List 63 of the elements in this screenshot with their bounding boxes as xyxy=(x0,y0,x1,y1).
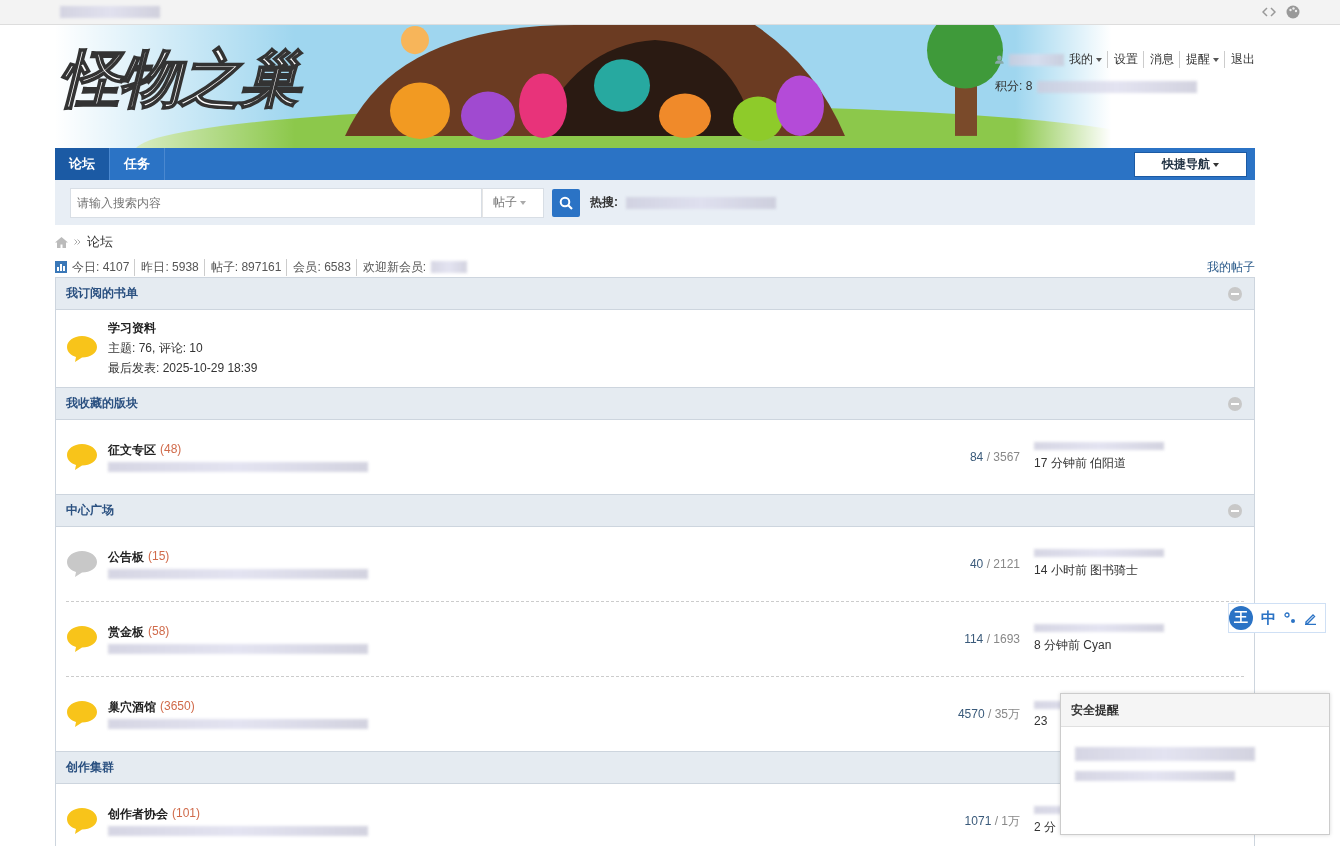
thread-post-count: 114 / 1693 xyxy=(963,632,1020,646)
new-post-count: (58) xyxy=(148,624,170,640)
user-icon xyxy=(995,54,1004,65)
forum-name-link[interactable]: 公告板 xyxy=(108,549,144,566)
palette-icon[interactable] xyxy=(1286,5,1300,19)
search-type-dropdown[interactable]: 帖子 xyxy=(482,187,544,218)
user-menu-link[interactable]: 我的 xyxy=(1069,51,1102,68)
popup-title: 安全提醒 xyxy=(1061,694,1329,727)
section-title[interactable]: 我收藏的版块 xyxy=(66,395,138,412)
code-icon[interactable] xyxy=(1262,7,1276,17)
stat-text: 帖子: 897161 xyxy=(203,258,282,276)
forum-name-link[interactable]: 巢穴酒馆 xyxy=(108,699,156,716)
user-menu-link[interactable]: 设置 xyxy=(1107,51,1138,68)
stat-text: 会员: 6583 xyxy=(286,258,351,276)
search-icon xyxy=(559,195,573,210)
caret-icon xyxy=(1096,57,1102,62)
stat-text: 今日: 4107 xyxy=(72,258,130,276)
ime-logo[interactable]: 王 xyxy=(1229,606,1253,630)
punctuation-icon[interactable] xyxy=(1284,612,1296,624)
new-post-count: (15) xyxy=(148,549,170,565)
last-post-text: 23 xyxy=(1034,713,1049,728)
forum-name-link[interactable]: 征文专区 xyxy=(108,442,156,459)
user-menu-link[interactable]: 退出 xyxy=(1224,51,1255,68)
user-menu-link[interactable]: 提醒 xyxy=(1179,51,1219,68)
last-post-text: 2 分 xyxy=(1034,819,1057,836)
section-title[interactable]: 我订阅的书单 xyxy=(66,285,138,302)
my-posts-link[interactable]: 我的帖子 xyxy=(1207,258,1255,276)
forum-name-link[interactable]: 学习资料 xyxy=(108,320,156,337)
section-title[interactable]: 创作集群 xyxy=(66,759,114,776)
stat-text: 昨日: 5938 xyxy=(134,258,199,276)
forum-info-text: 主题: 76, 评论: 10 xyxy=(108,340,204,357)
last-post-text: 8 分钟前 Cyan xyxy=(1034,637,1113,654)
collapse-icon[interactable] xyxy=(1228,286,1242,301)
new-post-count: (3650) xyxy=(160,699,195,715)
thread-post-count: 4570 / 35万 xyxy=(956,705,1020,723)
forum-name-link[interactable]: 赏金板 xyxy=(108,624,144,641)
nav-tab[interactable]: 论坛 xyxy=(55,148,110,180)
search-button[interactable] xyxy=(552,188,580,217)
redacted-text xyxy=(431,261,468,273)
breadcrumb-link[interactable]: 论坛 xyxy=(87,233,113,251)
chevron-icon xyxy=(74,239,81,245)
last-post-text: 17 分钟前 伯阳道 xyxy=(1034,455,1127,472)
thread-post-count: 40 / 2121 xyxy=(968,557,1020,571)
search-field[interactable]: 请输入搜索内容 xyxy=(70,187,482,218)
home-icon[interactable] xyxy=(55,236,68,248)
stat-text: 欢迎新会员: xyxy=(355,258,427,276)
section-title[interactable]: 中心广场 xyxy=(66,502,114,519)
caret-icon xyxy=(1213,57,1219,62)
chart-icon xyxy=(55,261,67,273)
forum-name-link[interactable]: 创作者协会 xyxy=(108,806,168,823)
new-post-count: (48) xyxy=(160,442,182,458)
user-menu-link[interactable]: 消息 xyxy=(1143,51,1174,68)
quick-nav-button[interactable]: 快捷导航 xyxy=(1134,152,1247,177)
ime-mode-button[interactable]: 中 xyxy=(1261,608,1276,628)
last-post-text: 14 小时前 图书骑士 xyxy=(1034,562,1139,579)
thread-post-count: 84 / 3567 xyxy=(968,450,1020,464)
collapse-icon[interactable] xyxy=(1228,503,1242,518)
forum-info-text: 最后发表: 2025-10-29 18:39 xyxy=(108,360,259,377)
new-post-count: (101) xyxy=(172,806,200,822)
collapse-icon[interactable] xyxy=(1228,396,1242,411)
credits-text: 积分: 8 xyxy=(995,78,1033,95)
hot-search-label: 热搜: xyxy=(590,194,618,211)
thread-post-count: 1071 / 1万 xyxy=(963,812,1020,830)
